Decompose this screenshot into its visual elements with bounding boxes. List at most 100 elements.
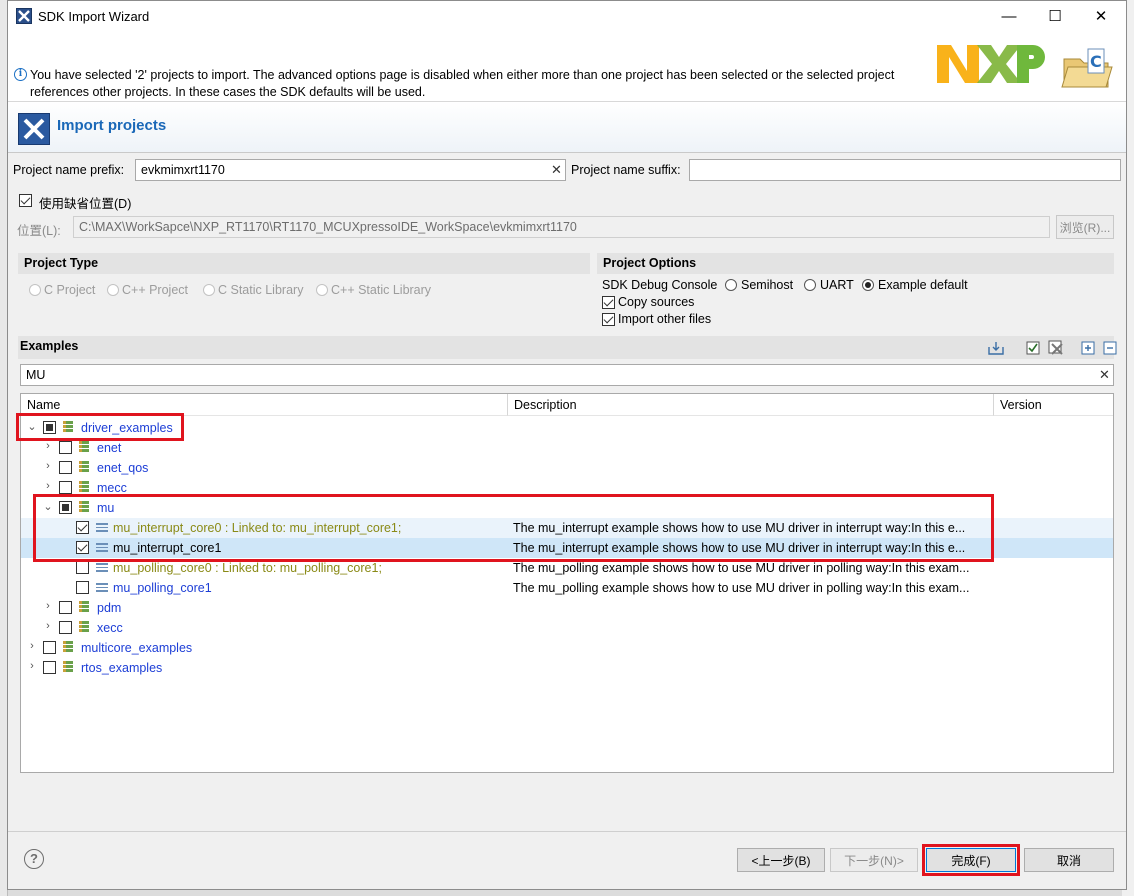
project-icon bbox=[96, 581, 108, 594]
mu-polling-core0-checkbox[interactable] bbox=[76, 561, 89, 574]
radio-example-default[interactable] bbox=[862, 279, 874, 291]
chevron-right-icon[interactable]: › bbox=[42, 460, 54, 474]
back-button[interactable]: <上一步(B) bbox=[737, 848, 825, 872]
tree-label-mu-polling-core1: mu_polling_core1 bbox=[113, 581, 212, 595]
radio-semihost-label: Semihost bbox=[741, 278, 794, 292]
examples-header: Examples bbox=[18, 336, 1117, 359]
project-type-header: Project Type bbox=[18, 253, 590, 274]
browse-button[interactable]: 浏览(R)... bbox=[1056, 215, 1114, 239]
radio-cpp-static-library[interactable] bbox=[316, 284, 328, 296]
package-icon bbox=[63, 661, 73, 674]
rtos-examples-checkbox[interactable] bbox=[43, 661, 56, 674]
radio-cpp-project-label: C++ Project bbox=[122, 283, 189, 297]
radio-c-project[interactable] bbox=[29, 284, 41, 296]
package-icon bbox=[79, 601, 89, 614]
description-mu-polling-core1: The mu_polling example shows how to use … bbox=[513, 581, 970, 595]
footer-separator bbox=[8, 831, 1126, 832]
radio-uart-label: UART bbox=[820, 278, 854, 292]
radio-cpp-static-library-label: C++ Static Library bbox=[331, 283, 432, 297]
chevron-right-icon[interactable]: › bbox=[42, 440, 54, 454]
default-location-label: 使用缺省位置(D) bbox=[39, 197, 132, 211]
location-label: 位置(L): bbox=[17, 224, 61, 238]
clear-filter-icon[interactable]: ✕ bbox=[1099, 367, 1110, 383]
clear-prefix-icon[interactable]: ✕ bbox=[551, 162, 562, 178]
location-input[interactable]: C:\MAX\WorkSapce\NXP_RT1170\RT1170_MCUXp… bbox=[73, 216, 1050, 238]
page-title: Import projects bbox=[57, 117, 167, 134]
column-header-description[interactable]: Description bbox=[508, 394, 994, 416]
xecc-checkbox[interactable] bbox=[59, 621, 72, 634]
import-from-folder-icon[interactable] bbox=[988, 340, 1004, 356]
enet-qos-checkbox[interactable] bbox=[59, 461, 72, 474]
prefix-input[interactable]: evkmimxrt1170 bbox=[135, 159, 566, 181]
chevron-right-icon[interactable]: › bbox=[26, 660, 38, 674]
select-all-icon[interactable] bbox=[1025, 340, 1041, 356]
tree-label-pdm: pdm bbox=[97, 601, 122, 615]
chevron-right-icon[interactable]: › bbox=[42, 620, 54, 634]
tree-row-mu-polling-core1[interactable]: mu_polling_core1 The mu_polling example … bbox=[21, 578, 1113, 598]
import-projects-icon bbox=[18, 113, 50, 145]
radio-c-static-library[interactable] bbox=[203, 284, 215, 296]
package-icon bbox=[79, 481, 89, 494]
package-icon bbox=[79, 621, 89, 634]
maximize-button[interactable]: ☐ bbox=[1032, 1, 1078, 31]
multicore-examples-checkbox[interactable] bbox=[43, 641, 56, 654]
description-mu-polling-core0: The mu_polling example shows how to use … bbox=[513, 561, 970, 575]
page-title-area: Import projects bbox=[8, 101, 1126, 153]
radio-semihost[interactable] bbox=[725, 279, 737, 291]
deselect-all-icon[interactable] bbox=[1048, 340, 1064, 356]
enet-checkbox[interactable] bbox=[59, 441, 72, 454]
import-other-files-checkbox[interactable] bbox=[602, 313, 615, 326]
import-other-files-label: Import other files bbox=[618, 312, 712, 326]
collapse-all-icon[interactable] bbox=[1102, 340, 1118, 356]
chevron-right-icon[interactable]: › bbox=[26, 640, 38, 654]
radio-example-default-label: Example default bbox=[878, 278, 968, 292]
cancel-button[interactable]: 取消 bbox=[1024, 848, 1114, 872]
tree-label-enet-qos: enet_qos bbox=[97, 461, 149, 475]
project-icon bbox=[96, 561, 108, 574]
tree-row-pdm[interactable]: › pdm bbox=[21, 598, 1113, 618]
tree-row-driver-examples[interactable]: ⌄ driver_examples bbox=[21, 418, 1113, 438]
mu-polling-core1-checkbox[interactable] bbox=[76, 581, 89, 594]
copy-sources-checkbox[interactable] bbox=[602, 296, 615, 309]
chevron-right-icon[interactable]: › bbox=[42, 600, 54, 614]
examples-tree: Name Description Version ⌄ driver_exampl… bbox=[20, 393, 1114, 773]
suffix-input[interactable] bbox=[689, 159, 1121, 181]
tree-row-enet-qos[interactable]: › enet_qos bbox=[21, 458, 1113, 478]
pdm-checkbox[interactable] bbox=[59, 601, 72, 614]
package-icon bbox=[63, 641, 73, 654]
minimize-button[interactable]: — bbox=[986, 1, 1032, 31]
tree-label-rtos-examples: rtos_examples bbox=[81, 661, 163, 675]
suffix-label: Project name suffix: bbox=[571, 163, 681, 177]
expand-all-icon[interactable] bbox=[1080, 340, 1096, 356]
radio-uart[interactable] bbox=[804, 279, 816, 291]
copy-sources-label: Copy sources bbox=[618, 295, 695, 309]
info-message: You have selected '2' projects to import… bbox=[30, 68, 895, 99]
radio-c-static-library-label: C Static Library bbox=[218, 283, 304, 297]
app-icon bbox=[16, 8, 32, 24]
radio-c-project-label: C Project bbox=[44, 283, 96, 297]
default-location-checkbox[interactable] bbox=[19, 194, 32, 207]
tree-label-mecc: mecc bbox=[97, 481, 127, 495]
radio-cpp-project[interactable] bbox=[107, 284, 119, 296]
prefix-label: Project name prefix: bbox=[13, 163, 125, 177]
column-header-version[interactable]: Version bbox=[994, 394, 1113, 416]
window-title: SDK Import Wizard bbox=[38, 9, 150, 24]
tree-row-multicore-examples[interactable]: › multicore_examples bbox=[21, 638, 1113, 658]
chevron-right-icon[interactable]: › bbox=[42, 480, 54, 494]
project-options-header: Project Options bbox=[597, 253, 1114, 274]
title-bar: SDK Import Wizard — ☐ ✕ bbox=[8, 1, 1126, 31]
next-button[interactable]: 下一步(N)> bbox=[830, 848, 918, 872]
folder-c-icon: C bbox=[1061, 48, 1113, 88]
tree-row-rtos-examples[interactable]: › rtos_examples bbox=[21, 658, 1113, 678]
tree-row-enet[interactable]: › enet bbox=[21, 438, 1113, 458]
help-icon[interactable]: ? bbox=[24, 849, 44, 869]
sdk-import-wizard-dialog: SDK Import Wizard — ☐ ✕ i You have selec… bbox=[7, 0, 1127, 890]
nxp-logo bbox=[937, 45, 1045, 83]
finish-button[interactable]: 完成(F) bbox=[926, 848, 1016, 872]
debug-console-label: SDK Debug Console bbox=[602, 278, 718, 292]
close-button[interactable]: ✕ bbox=[1078, 1, 1124, 31]
annotation-box-mu-interrupt bbox=[33, 494, 994, 562]
examples-filter-input[interactable]: MU bbox=[20, 364, 1114, 386]
mecc-checkbox[interactable] bbox=[59, 481, 72, 494]
tree-row-xecc[interactable]: › xecc bbox=[21, 618, 1113, 638]
